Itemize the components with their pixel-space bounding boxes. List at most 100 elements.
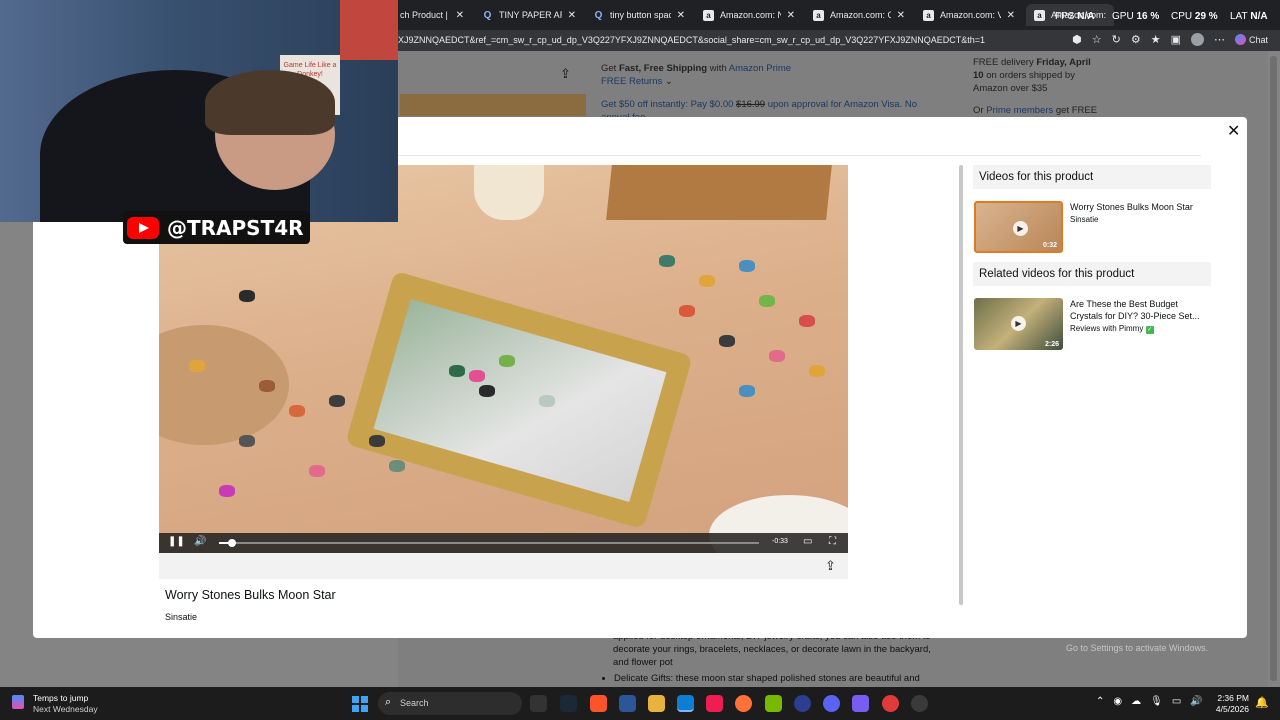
video-author[interactable]: Sinsatie (165, 612, 197, 622)
stone (739, 260, 755, 272)
browser-tab[interactable]: a Amazon.com: Glow ✕ (805, 4, 913, 26)
microphone-icon[interactable]: 🎙 (1150, 696, 1163, 707)
app-icon[interactable] (882, 695, 899, 712)
url-field[interactable]: XJ9ZNNQAEDCT&ref_=cm_sw_r_cp_ud_dp_V3Q22… (398, 35, 985, 45)
task-view-icon[interactable] (530, 695, 547, 712)
video-list-scrollbar[interactable] (959, 165, 963, 605)
chat-button[interactable]: Chat (1234, 34, 1268, 45)
stone (189, 360, 205, 372)
stone (769, 350, 785, 362)
tiktok-icon[interactable] (706, 695, 723, 712)
close-modal-button[interactable]: ✕ (1227, 121, 1240, 141)
video-thumbnail[interactable]: ▶ 0:32 (974, 201, 1063, 253)
file-explorer-icon[interactable] (648, 695, 665, 712)
stone (259, 380, 275, 392)
close-tab-icon[interactable]: ✕ (1007, 10, 1015, 21)
stone (289, 405, 305, 417)
app-grid-icon[interactable] (852, 695, 869, 712)
video-title: Worry Stones Bulks Moon Star (165, 588, 336, 602)
steam-tray-icon[interactable]: ◉ (1113, 696, 1122, 707)
nvidia-icon[interactable] (765, 695, 782, 712)
edge-icon[interactable] (677, 695, 694, 712)
steam-icon[interactable] (560, 695, 577, 712)
clock-date: 4/5/2026 (1215, 704, 1249, 714)
browser-tab[interactable]: ch Product | Mi ✕ (392, 4, 472, 26)
bullet-item: Delicate Gifts: these moon star shaped p… (614, 672, 936, 685)
browser-tab[interactable]: a Amazon.com: VITAR ✕ (915, 4, 1023, 26)
firefox-icon[interactable] (735, 695, 752, 712)
cloud-icon[interactable]: ☁ (1131, 696, 1141, 707)
pause-button[interactable]: ❚❚ (168, 536, 185, 547)
discord-icon[interactable] (823, 695, 840, 712)
progress-knob[interactable] (227, 539, 236, 547)
stone (739, 385, 755, 397)
video-progress-bar[interactable] (219, 539, 759, 547)
extensions-puzzle-icon[interactable]: ⚙ (1131, 33, 1141, 46)
extension-icon[interactable]: ⬢ (1072, 33, 1082, 46)
taskbar-search[interactable]: ⌕ Search (378, 692, 522, 715)
search-placeholder: Search (400, 698, 429, 708)
display-icon[interactable]: ▭ (1172, 696, 1181, 707)
browser-tab[interactable]: Q TINY PAPER ART DE ✕ (474, 4, 584, 26)
refresh-icon[interactable]: ↻ (1112, 33, 1121, 46)
stone (389, 460, 405, 472)
chevron-up-icon[interactable]: ⌃ (1096, 696, 1104, 707)
stone (659, 255, 675, 267)
stone (239, 435, 255, 447)
notification-bell-icon[interactable]: 🔔 (1255, 696, 1269, 709)
video-list-item[interactable]: ▶ 0:32 Worry Stones Bulks Moon Star Sins… (974, 201, 1210, 255)
play-icon: ▶ (1013, 221, 1028, 236)
favorites-icon[interactable]: ★ (1151, 33, 1161, 46)
product-image-strip (400, 94, 586, 116)
tab-title: Amazon.com: Nuen (720, 10, 781, 20)
close-tab-icon[interactable]: ✕ (568, 10, 576, 21)
prime-info: Or Prime members get FREE (973, 105, 1098, 116)
profile-avatar[interactable] (1190, 33, 1204, 46)
more-menu-icon[interactable]: ⋯ (1214, 33, 1225, 46)
bookmark-star-icon[interactable]: ☆ (1092, 33, 1102, 46)
video-thumbnail[interactable]: ▶ 2:26 (974, 298, 1063, 350)
fullscreen-icon[interactable]: ⛶ (829, 536, 836, 547)
windows-start-icon[interactable] (352, 696, 368, 712)
activate-windows-title: Activate Windows (1066, 626, 1165, 640)
close-tab-icon[interactable]: ✕ (897, 10, 905, 21)
time-remaining: -0:33 (772, 538, 788, 545)
browser-tab[interactable]: a Amazon.com: Nuen ✕ (695, 4, 803, 26)
toolbar-icons: ⬢ ☆ ↻ ⚙ ★ ▣ ⋯ Chat (1072, 33, 1268, 46)
amazon-icon: a (923, 9, 934, 21)
video-list-title[interactable]: Are These the Best Budget Crystals for D… (1070, 298, 1204, 322)
app-icon[interactable] (911, 695, 928, 712)
obs-icon[interactable] (794, 695, 811, 712)
streamer-hair (205, 70, 335, 135)
notepad-icon[interactable] (619, 695, 636, 712)
amazon-icon: a (813, 9, 824, 21)
video-list-title[interactable]: Worry Stones Bulks Moon Star (1070, 201, 1204, 213)
shipping-info: Get Fast, Free Shipping with Amazon Prim… (601, 63, 792, 87)
volume-icon[interactable]: 🔊 (194, 536, 206, 547)
share-icon[interactable]: ⇪ (825, 558, 836, 574)
activate-windows-subtitle: Go to Settings to activate Windows. (1066, 643, 1209, 653)
gpu-readout: GPU 16 % (1112, 11, 1160, 22)
clock[interactable]: 2:36 PM 4/5/2026 (1213, 693, 1249, 715)
stone (699, 275, 715, 287)
system-tray: ⌃ ◉ ☁ 🎙 ▭ 🔊 (1096, 696, 1203, 707)
weather-widget[interactable]: Temps to jump Next Wednesday (12, 693, 98, 715)
brave-icon[interactable] (590, 695, 607, 712)
video-list-item[interactable]: ▶ 2:26 Are These the Best Budget Crystal… (974, 298, 1210, 352)
stone (309, 465, 325, 477)
collections-icon[interactable]: ▣ (1171, 33, 1181, 46)
captions-icon[interactable]: ▭ (803, 536, 812, 547)
chat-label: Chat (1248, 34, 1268, 45)
close-tab-icon[interactable]: ✕ (456, 10, 464, 21)
amazon-icon: a (1034, 9, 1045, 21)
close-tab-icon[interactable]: ✕ (677, 10, 685, 21)
browser-tab[interactable]: Q tiny button space th ✕ (585, 4, 693, 26)
section-heading: Related videos for this product (973, 262, 1211, 286)
speaker-icon[interactable]: 🔊 (1190, 696, 1202, 707)
page-scrollbar[interactable] (1270, 56, 1277, 681)
delivery-info: FREE delivery Friday, April 10 on orders… (973, 57, 1091, 94)
video-frame-jar (474, 165, 544, 220)
video-action-bar: ⇪ (159, 553, 848, 579)
visa-offer: Get $50 off instantly: Pay $0.00 $16.99 … (601, 99, 918, 118)
close-tab-icon[interactable]: ✕ (787, 10, 795, 21)
